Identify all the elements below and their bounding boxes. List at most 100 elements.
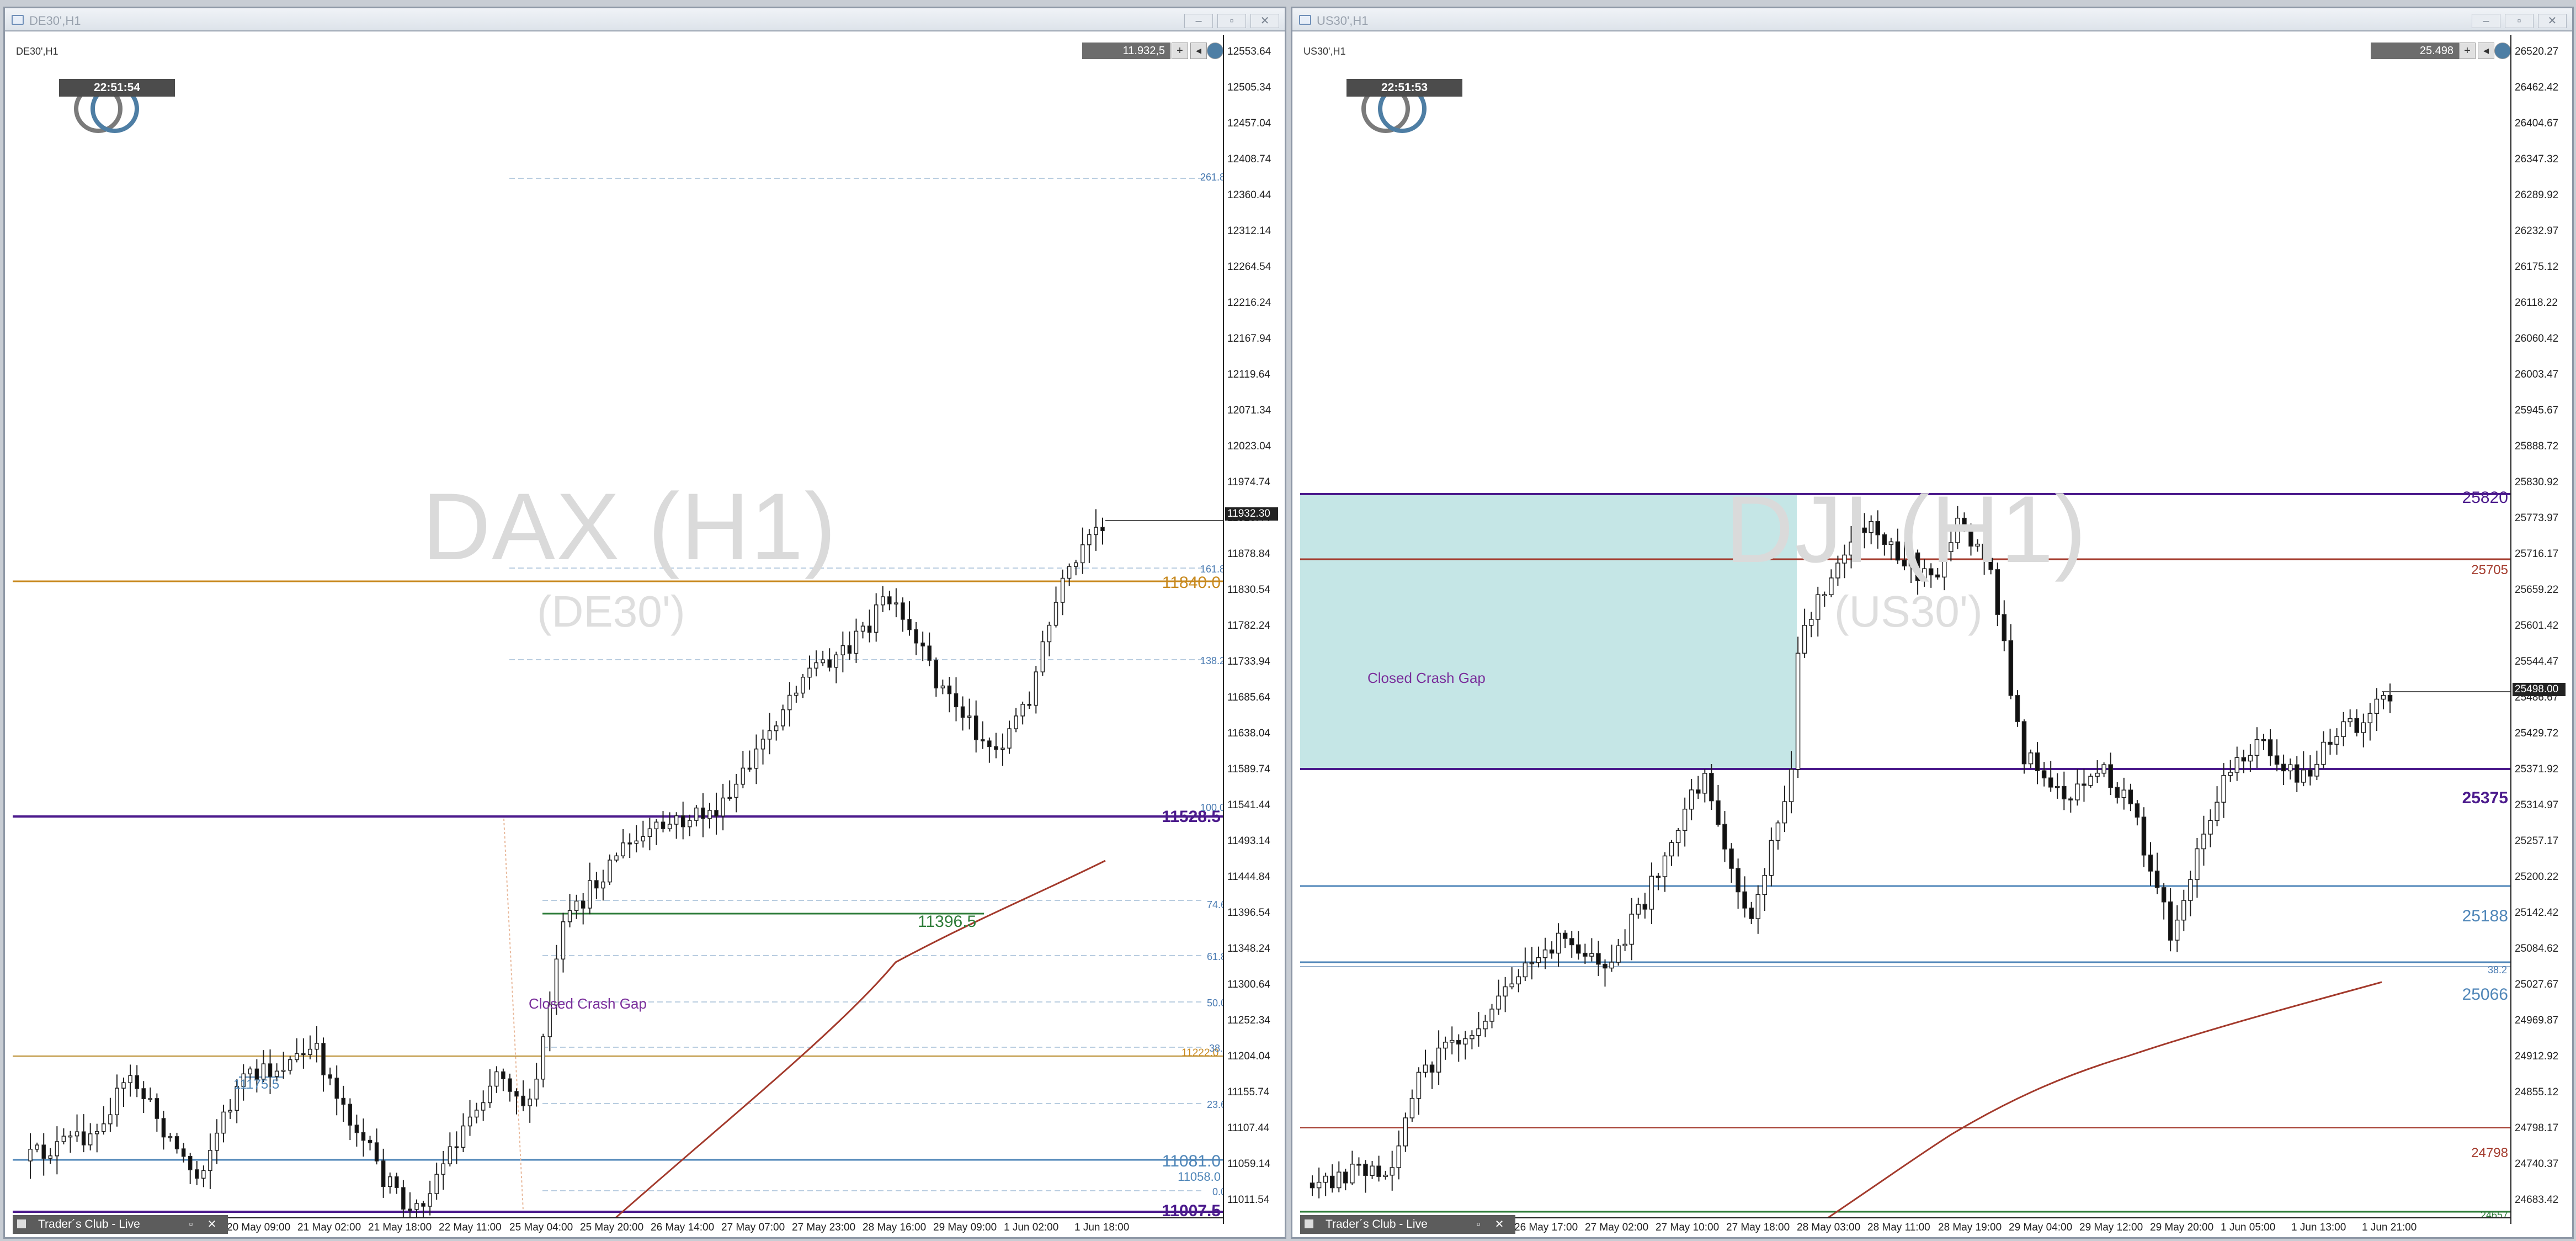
candle-body: [801, 676, 805, 694]
candle-body: [174, 1136, 179, 1149]
chart-watermark-sub: (US30'): [1834, 587, 1983, 636]
candle-body: [1483, 1021, 1488, 1030]
globe-icon[interactable]: [1207, 43, 1223, 59]
candle-body: [721, 797, 725, 816]
candle-body: [1775, 822, 1781, 841]
time-tick: 29 May 20:00: [2150, 1222, 2214, 1233]
price-tick: 11685.64: [1227, 692, 1270, 703]
restore-icon[interactable]: ▫: [1217, 14, 1246, 28]
minimize-icon[interactable]: –: [1184, 14, 1213, 28]
candle-body: [2008, 640, 2014, 696]
candle-body: [707, 810, 712, 819]
candle-body: [2268, 739, 2273, 756]
candle-body: [1443, 1042, 1448, 1049]
current-price-marker: 25498.00: [2513, 683, 2566, 696]
candle-body: [81, 1131, 86, 1145]
candle-body: [561, 921, 566, 960]
candle-body: [960, 706, 965, 718]
candle-body: [467, 1116, 472, 1127]
chevron-left-icon[interactable]: ◂: [2478, 43, 2494, 59]
candle-body: [994, 746, 998, 750]
price-tick: 25371.92: [2515, 763, 2559, 775]
candle-body: [967, 715, 972, 718]
candle-body: [2294, 764, 2300, 783]
plus-icon[interactable]: +: [2459, 43, 2476, 59]
candle-body: [341, 1097, 346, 1105]
candle-body: [1742, 891, 1747, 909]
price-tick: 25716.17: [2515, 548, 2559, 560]
close-icon[interactable]: ✕: [1493, 1218, 1505, 1231]
chart-watermark-sub: (DE30'): [537, 587, 685, 636]
candle-body: [1603, 963, 1608, 969]
time-tick: 21 May 18:00: [368, 1222, 432, 1233]
window-titlebar[interactable]: US30',H1 – ▫ ✕: [1292, 8, 2572, 31]
candle-body: [328, 1074, 332, 1079]
crash-gap-zone: [1300, 494, 1797, 768]
chart-window-dji[interactable]: US30',H1 – ▫ ✕ DJI (H1) (US30') US30',H1…: [1291, 7, 2574, 1239]
candle-body: [774, 725, 779, 731]
plus-icon[interactable]: +: [1172, 43, 1188, 59]
close-icon[interactable]: ✕: [1250, 14, 1279, 28]
gap-label: Closed Crash Gap: [529, 995, 647, 1012]
restore-icon[interactable]: ▫: [1472, 1218, 1484, 1231]
terminal-tab[interactable]: Trader´s Club - Live ▫ ✕: [13, 1215, 228, 1234]
candle-body: [2068, 798, 2073, 800]
level-label: 25820: [2462, 489, 2508, 507]
candle-body: [2274, 755, 2280, 765]
candle-body: [2128, 789, 2133, 804]
candle-body: [181, 1148, 186, 1157]
terminal-icon: [1305, 1219, 1313, 1228]
candle-body: [2002, 614, 2007, 641]
time-tick: 26 May 14:00: [651, 1222, 715, 1233]
candle-body: [1542, 950, 1548, 958]
candle-body: [2287, 764, 2293, 772]
price-tick: 11589.74: [1227, 763, 1270, 775]
price-tick: 25084.62: [2515, 943, 2559, 954]
terminal-icon: [17, 1219, 26, 1228]
candle-body: [1822, 594, 1827, 596]
candle-body: [1436, 1047, 1441, 1073]
candle-body: [2141, 816, 2147, 856]
fib-label: 138.2: [1200, 655, 1223, 666]
candle-body: [1100, 527, 1105, 532]
candle-body: [1363, 1164, 1368, 1176]
candle-body: [1629, 914, 1634, 945]
candle-body: [1549, 950, 1555, 954]
level-label: 11058.0: [1178, 1170, 1221, 1184]
window-title: DE30',H1: [29, 14, 81, 28]
chart-plot-area[interactable]: DJI (H1) (US30') US30',H1 22:51:53 25.49…: [1300, 35, 2510, 1224]
candle-body: [1609, 962, 1614, 969]
minimize-icon[interactable]: –: [2472, 14, 2500, 28]
close-icon[interactable]: ✕: [2538, 14, 2567, 28]
candle-body: [860, 625, 865, 632]
candle-body: [847, 645, 852, 654]
candle-body: [634, 840, 638, 844]
window-titlebar[interactable]: DE30',H1 – ▫ ✕: [5, 8, 1285, 31]
chart-plot-area[interactable]: DAX (H1) (DE30') DE30',H1 22:51:54 11.93…: [13, 35, 1223, 1224]
candle-body: [348, 1104, 353, 1126]
price-axis[interactable]: 12553.64 12505.34 12457.04 12408.74 12360.44…: [1223, 35, 1280, 1224]
price-tick: 26232.97: [2515, 225, 2559, 237]
candle-body: [794, 692, 799, 696]
candle-body: [688, 820, 692, 828]
candle-body: [135, 1075, 139, 1089]
terminal-tab[interactable]: Trader´s Club - Live ▫ ✕: [1300, 1215, 1515, 1234]
chevron-left-icon[interactable]: ◂: [1190, 43, 1207, 59]
globe-icon[interactable]: [2494, 43, 2510, 59]
candle-body: [1662, 855, 1668, 877]
time-tick: 28 May 03:00: [1797, 1222, 1861, 1233]
time-tick: 25 May 04:00: [509, 1222, 573, 1233]
close-icon[interactable]: ✕: [206, 1218, 218, 1231]
candle-body: [2168, 901, 2173, 941]
chart-window-dax[interactable]: DE30',H1 – ▫ ✕ DAX (H1) (DE30') DE30',H1…: [3, 7, 1286, 1239]
restore-icon[interactable]: ▫: [185, 1218, 197, 1231]
price-tick: 11059.14: [1227, 1158, 1270, 1170]
candle-body: [1034, 671, 1039, 706]
candle-body: [28, 1148, 33, 1162]
time-tick: 1 Jun 18:00: [1074, 1222, 1130, 1233]
fib-label: 100.0: [1200, 802, 1223, 813]
price-axis[interactable]: 26520.27 26462.42 26404.67 26347.32 26289.92…: [2510, 35, 2568, 1224]
time-tick: 28 May 11:00: [1867, 1222, 1930, 1233]
restore-icon[interactable]: ▫: [2505, 14, 2534, 28]
candle-body: [2261, 739, 2266, 741]
